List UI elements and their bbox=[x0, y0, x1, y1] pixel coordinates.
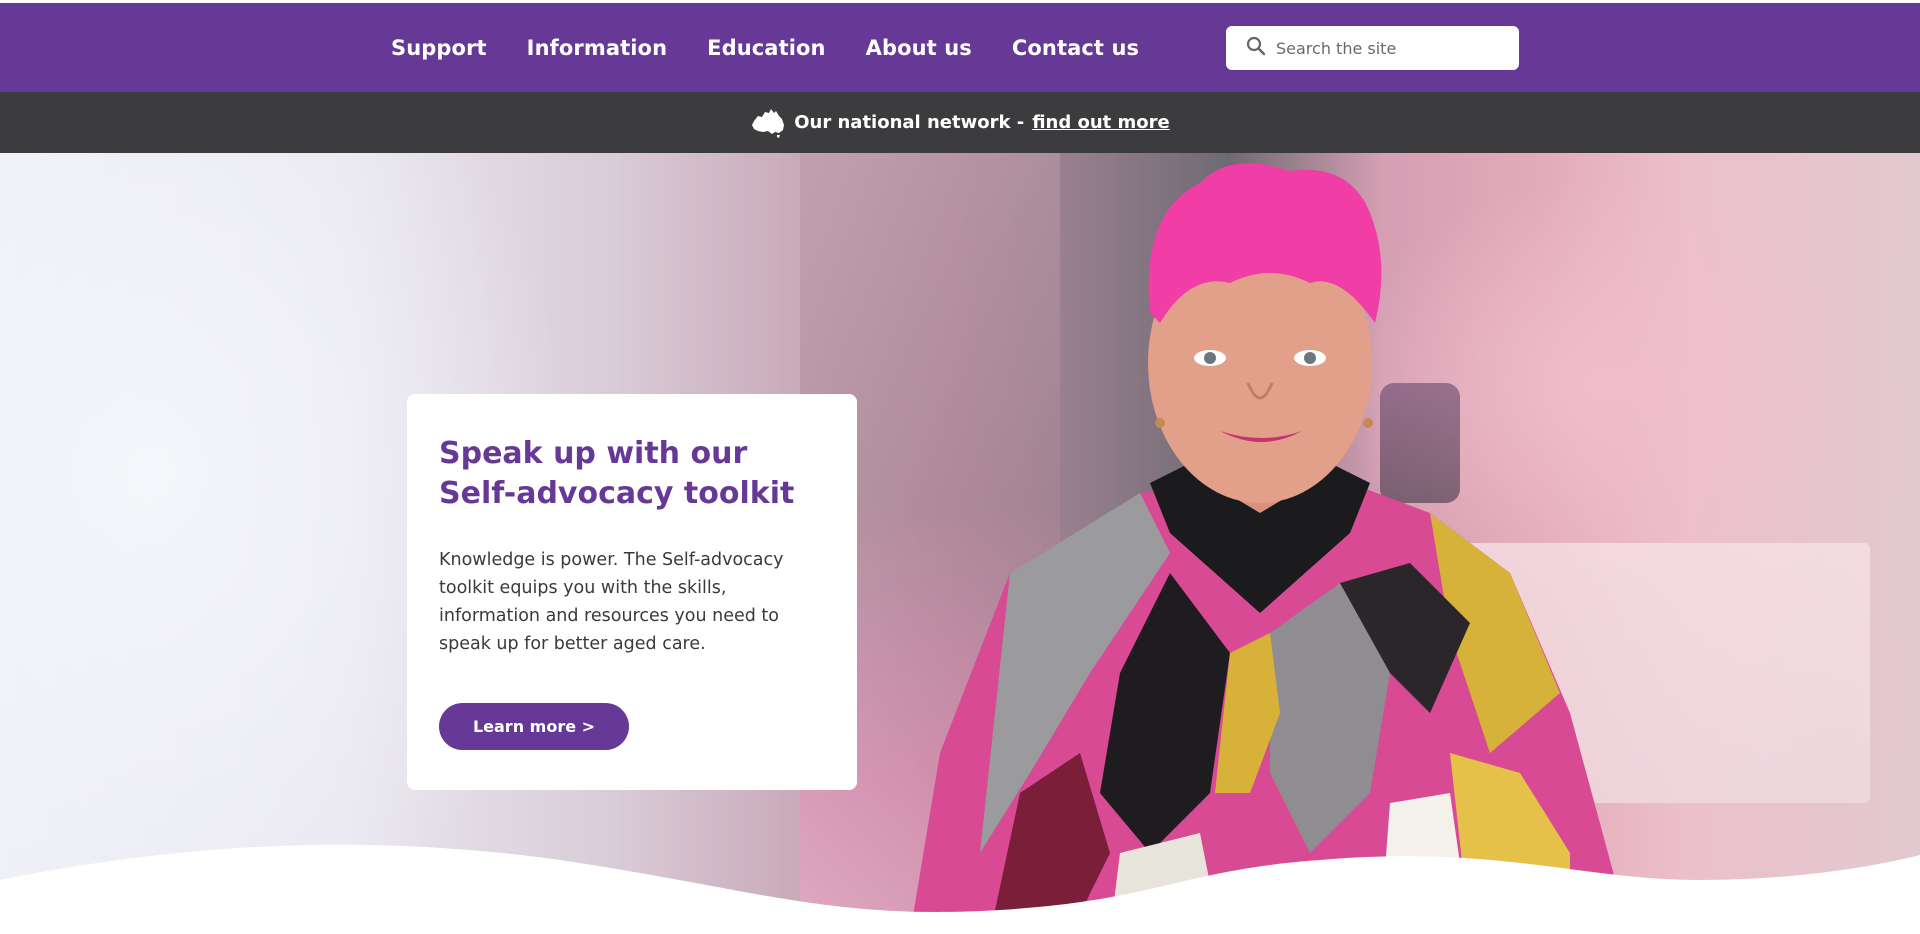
site-header: Support Information Education About us C… bbox=[0, 3, 1920, 92]
hero-title: Speak up with our Self-advocacy toolkit bbox=[439, 436, 795, 511]
network-text: Our national network - bbox=[794, 112, 1025, 133]
nav-contact-us[interactable]: Contact us bbox=[1012, 36, 1139, 60]
find-out-more-link[interactable]: find out more bbox=[1032, 112, 1170, 133]
search-box[interactable] bbox=[1226, 26, 1519, 70]
hero-banner: Speak up with our Self-advocacy toolkit … bbox=[0, 153, 1920, 934]
nav-information[interactable]: Information bbox=[527, 36, 667, 60]
australia-map-icon bbox=[750, 107, 786, 139]
nav-about-us[interactable]: About us bbox=[866, 36, 972, 60]
network-bar: Our national network - find out more bbox=[0, 92, 1920, 153]
hero-description: Knowledge is power. The Self-advocacy to… bbox=[439, 550, 784, 654]
search-input[interactable] bbox=[1274, 37, 1508, 59]
search-icon bbox=[1246, 36, 1266, 61]
nav-support[interactable]: Support bbox=[391, 36, 487, 60]
bottom-wave-divider bbox=[0, 844, 1920, 934]
nav-education[interactable]: Education bbox=[707, 36, 825, 60]
hero-card: Speak up with our Self-advocacy toolkit … bbox=[407, 394, 857, 790]
hero-photo-woman bbox=[910, 163, 1630, 934]
main-navigation: Support Information Education About us C… bbox=[391, 3, 1179, 92]
learn-more-button[interactable]: Learn more > bbox=[439, 703, 629, 750]
